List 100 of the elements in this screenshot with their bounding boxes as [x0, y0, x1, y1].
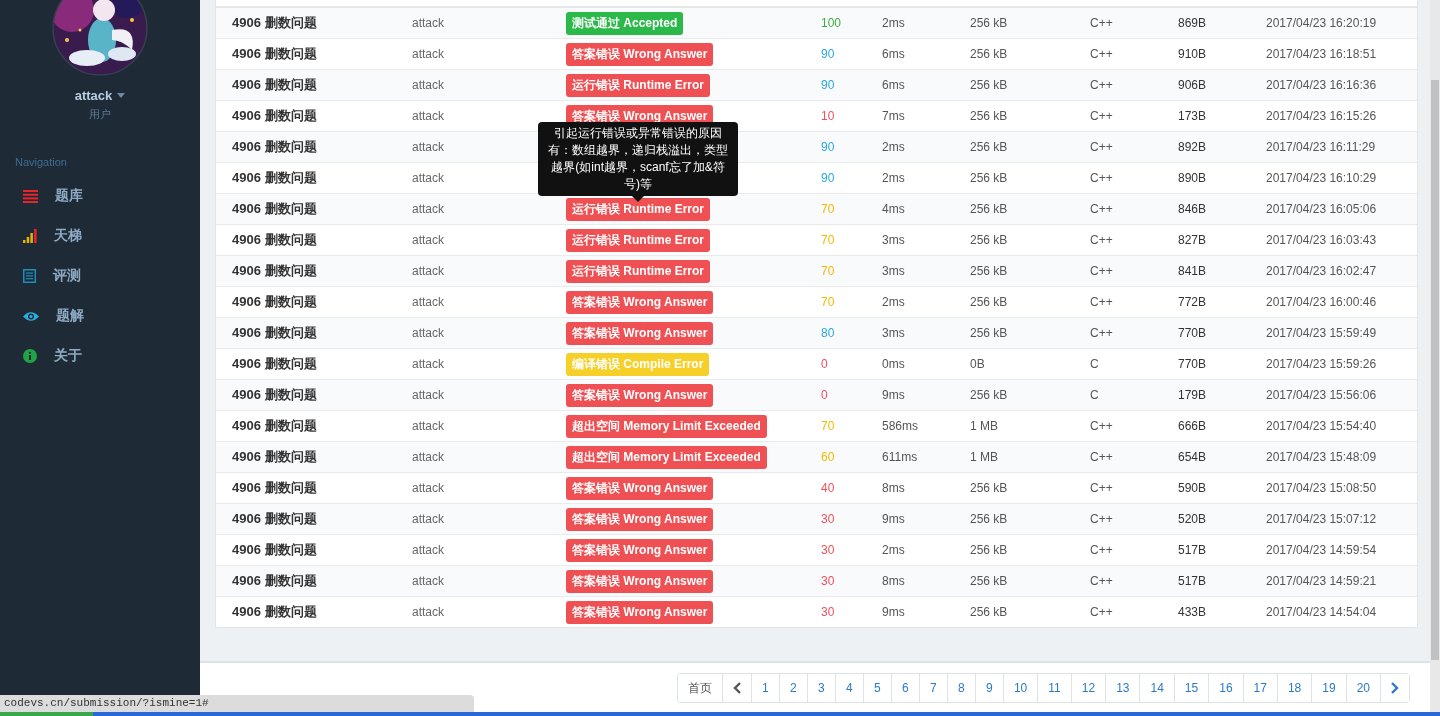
run-time: 8ms	[882, 574, 906, 588]
user-link[interactable]: attack	[412, 202, 566, 216]
code-length: 666B	[1178, 419, 1208, 433]
user-name[interactable]: attack	[74, 88, 113, 103]
problem-link[interactable]: 4906 删数问题	[232, 107, 412, 125]
problem-link[interactable]: 4906 删数问题	[232, 355, 412, 373]
user-link[interactable]: attack	[412, 605, 566, 619]
submit-time: 2017/04/23 15:59:26	[1266, 357, 1377, 371]
problem-link[interactable]: 4906 删数问题	[232, 541, 412, 559]
problem-link[interactable]: 4906 删数问题	[232, 448, 412, 466]
status-badge[interactable]: 运行错误 Runtime Error	[566, 197, 710, 221]
user-link[interactable]: attack	[412, 233, 566, 247]
language: C++	[1090, 233, 1114, 247]
status-badge[interactable]: 运行错误 Runtime Error	[566, 259, 710, 283]
problem-link[interactable]: 4906 删数问题	[232, 45, 412, 63]
problem-link[interactable]: 4906 删数问题	[232, 293, 412, 311]
user-link[interactable]: attack	[412, 16, 566, 30]
chevron-left-icon	[732, 682, 741, 694]
memory: 1 MB	[970, 450, 999, 464]
language: C++	[1090, 450, 1114, 464]
problem-link[interactable]: 4906 删数问题	[232, 572, 412, 590]
status-badge[interactable]: 超出空间 Memory Limit Exceeded	[566, 414, 767, 438]
user-link[interactable]: attack	[412, 388, 566, 402]
nav-item[interactable]: 关于	[54, 347, 82, 365]
submit-time: 2017/04/23 16:00:46	[1266, 295, 1377, 309]
run-time: 3ms	[882, 264, 906, 278]
user-link[interactable]: attack	[412, 47, 566, 61]
language: C++	[1090, 202, 1114, 216]
run-time: 3ms	[882, 233, 906, 247]
list-icon	[23, 189, 38, 203]
next-page-button[interactable]	[1380, 674, 1409, 702]
user-link[interactable]: attack	[412, 543, 566, 557]
status-badge[interactable]: 超出空间 Memory Limit Exceeded	[566, 445, 767, 469]
user-link[interactable]: attack	[412, 78, 566, 92]
scrollbar-thumb[interactable]	[1431, 80, 1439, 660]
problem-link[interactable]: 4906 删数问题	[232, 14, 412, 32]
user-link[interactable]: attack	[412, 481, 566, 495]
run-time: 2ms	[882, 140, 906, 154]
problem-link[interactable]: 4906 删数问题	[232, 510, 412, 528]
user-link[interactable]: attack	[412, 450, 566, 464]
score: 30	[821, 605, 836, 619]
status-badge[interactable]: 答案错误 Wrong Answer	[566, 507, 714, 531]
code-length: 173B	[1178, 109, 1208, 123]
run-time: 2ms	[882, 16, 906, 30]
problem-link[interactable]: 4906 删数问题	[232, 231, 412, 249]
score: 90	[821, 78, 836, 92]
status-badge[interactable]: 答案错误 Wrong Answer	[566, 290, 714, 314]
problem-link[interactable]: 4906 删数问题	[232, 479, 412, 497]
score: 90	[821, 47, 836, 61]
submit-time: 2017/04/23 16:20:19	[1266, 16, 1377, 30]
memory: 256 kB	[970, 481, 1009, 495]
user-link[interactable]: attack	[412, 574, 566, 588]
status-badge[interactable]: 答案错误 Wrong Answer	[566, 42, 714, 66]
status-badge[interactable]: 答案错误 Wrong Answer	[566, 321, 714, 345]
problem-link[interactable]: 4906 删数问题	[232, 386, 412, 404]
code-length: 892B	[1178, 140, 1208, 154]
score: 90	[821, 140, 836, 154]
problem-link[interactable]: 4906 删数问题	[232, 169, 412, 187]
language: C++	[1090, 264, 1114, 278]
user-link[interactable]: attack	[412, 295, 566, 309]
submit-time: 2017/04/23 14:59:21	[1266, 574, 1377, 588]
memory: 256 kB	[970, 605, 1009, 619]
score: 40	[821, 481, 836, 495]
language: C++	[1090, 326, 1114, 340]
nav-item[interactable]: 评测	[53, 267, 81, 285]
status-badge[interactable]: 答案错误 Wrong Answer	[566, 383, 714, 407]
nav-item[interactable]: 题解	[56, 307, 84, 325]
score: 70	[821, 419, 836, 433]
problem-link[interactable]: 4906 删数问题	[232, 138, 412, 156]
run-time: 6ms	[882, 47, 906, 61]
run-time: 9ms	[882, 605, 906, 619]
status-badge[interactable]: 运行错误 Runtime Error	[566, 73, 710, 97]
nav-item[interactable]: 天梯	[54, 227, 82, 245]
language: C	[1090, 388, 1100, 402]
user-link[interactable]: attack	[412, 357, 566, 371]
status-badge[interactable]: 答案错误 Wrong Answer	[566, 476, 714, 500]
run-time: 3ms	[882, 326, 906, 340]
code-length: 772B	[1178, 295, 1208, 309]
code-length: 517B	[1178, 543, 1208, 557]
problem-link[interactable]: 4906 删数问题	[232, 417, 412, 435]
run-time: 586ms	[882, 419, 920, 433]
language: C++	[1090, 481, 1114, 495]
caret-icon[interactable]	[117, 93, 126, 98]
status-badge[interactable]: 答案错误 Wrong Answer	[566, 569, 714, 593]
status-badge[interactable]: 运行错误 Runtime Error	[566, 228, 710, 252]
user-role: 用户	[89, 107, 111, 122]
problem-link[interactable]: 4906 删数问题	[232, 324, 412, 342]
status-badge[interactable]: 答案错误 Wrong Answer	[566, 538, 714, 562]
problem-link[interactable]: 4906 删数问题	[232, 603, 412, 621]
problem-link[interactable]: 4906 删数问题	[232, 262, 412, 280]
problem-link[interactable]: 4906 删数问题	[232, 76, 412, 94]
user-link[interactable]: attack	[412, 419, 566, 433]
problem-link[interactable]: 4906 删数问题	[232, 200, 412, 218]
run-time: 6ms	[882, 78, 906, 92]
user-link[interactable]: attack	[412, 264, 566, 278]
user-link[interactable]: attack	[412, 326, 566, 340]
user-link[interactable]: attack	[412, 109, 566, 123]
user-link[interactable]: attack	[412, 512, 566, 526]
nav-item[interactable]: 题库	[55, 187, 83, 205]
status-badge[interactable]: 答案错误 Wrong Answer	[566, 600, 714, 624]
